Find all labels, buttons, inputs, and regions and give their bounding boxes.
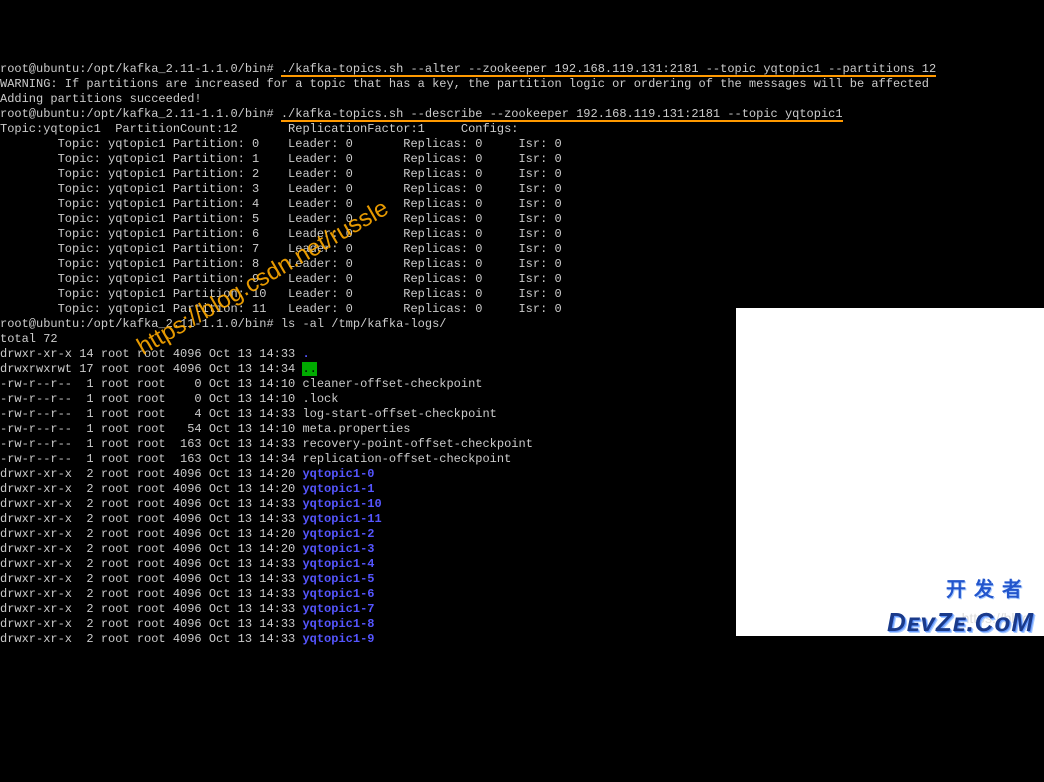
dir-name: . (302, 347, 309, 361)
dir-name: yqtopic1-8 (302, 617, 374, 631)
dir-name: .. (302, 362, 316, 376)
describe-command: ./kafka-topics.sh --describe --zookeeper… (281, 108, 843, 122)
partition-row: Topic: yqtopic1 Partition: 10 Leader: 0 … (0, 287, 1044, 302)
partition-row: Topic: yqtopic1 Partition: 0 Leader: 0 R… (0, 137, 1044, 152)
partition-row: Topic: yqtopic1 Partition: 9 Leader: 0 R… (0, 272, 1044, 287)
prompt-line-2: root@ubuntu:/opt/kafka_2.11-1.1.0/bin# .… (0, 107, 1044, 122)
partition-row: Topic: yqtopic1 Partition: 3 Leader: 0 R… (0, 182, 1044, 197)
success-line: Adding partitions succeeded! (0, 92, 1044, 107)
dir-name: yqtopic1-0 (302, 467, 374, 481)
dir-name: yqtopic1-1 (302, 482, 374, 496)
dir-name: yqtopic1-10 (302, 497, 381, 511)
devze-chinese: 开发者 (946, 583, 1030, 598)
prompt-line-1: root@ubuntu:/opt/kafka_2.11-1.1.0/bin# .… (0, 62, 1044, 77)
dir-name: yqtopic1-9 (302, 632, 374, 646)
dir-name: yqtopic1-6 (302, 587, 374, 601)
file-name: cleaner-offset-checkpoint (302, 377, 482, 391)
file-name: meta.properties (302, 422, 410, 436)
dir-name: yqtopic1-3 (302, 542, 374, 556)
file-name: recovery-point-offset-checkpoint (302, 437, 532, 451)
file-name: log-start-offset-checkpoint (302, 407, 496, 421)
partition-row: Topic: yqtopic1 Partition: 6 Leader: 0 R… (0, 227, 1044, 242)
dir-name: yqtopic1-5 (302, 572, 374, 586)
partition-row: Topic: yqtopic1 Partition: 1 Leader: 0 R… (0, 152, 1044, 167)
partition-row: Topic: yqtopic1 Partition: 2 Leader: 0 R… (0, 167, 1044, 182)
partition-row: Topic: yqtopic1 Partition: 4 Leader: 0 R… (0, 197, 1044, 212)
dir-name: yqtopic1-4 (302, 557, 374, 571)
alter-command: ./kafka-topics.sh --alter --zookeeper 19… (281, 63, 936, 77)
devze-logo: DᴇᴠZᴇ.CᴏM (887, 615, 1034, 630)
partition-row: Topic: yqtopic1 Partition: 5 Leader: 0 R… (0, 212, 1044, 227)
dir-name: yqtopic1-11 (302, 512, 381, 526)
partition-row: Topic: yqtopic1 Partition: 7 Leader: 0 R… (0, 242, 1044, 257)
dir-name: yqtopic1-7 (302, 602, 374, 616)
warning-line: WARNING: If partitions are increased for… (0, 77, 1044, 92)
white-overlay: https://blog. 开发者 DᴇᴠZᴇ.CᴏM (736, 308, 1044, 636)
partition-row: Topic: yqtopic1 Partition: 8 Leader: 0 R… (0, 257, 1044, 272)
describe-header: Topic:yqtopic1 PartitionCount:12 Replica… (0, 122, 1044, 137)
file-name: replication-offset-checkpoint (302, 452, 511, 466)
dir-name: yqtopic1-2 (302, 527, 374, 541)
file-name: .lock (302, 392, 338, 406)
